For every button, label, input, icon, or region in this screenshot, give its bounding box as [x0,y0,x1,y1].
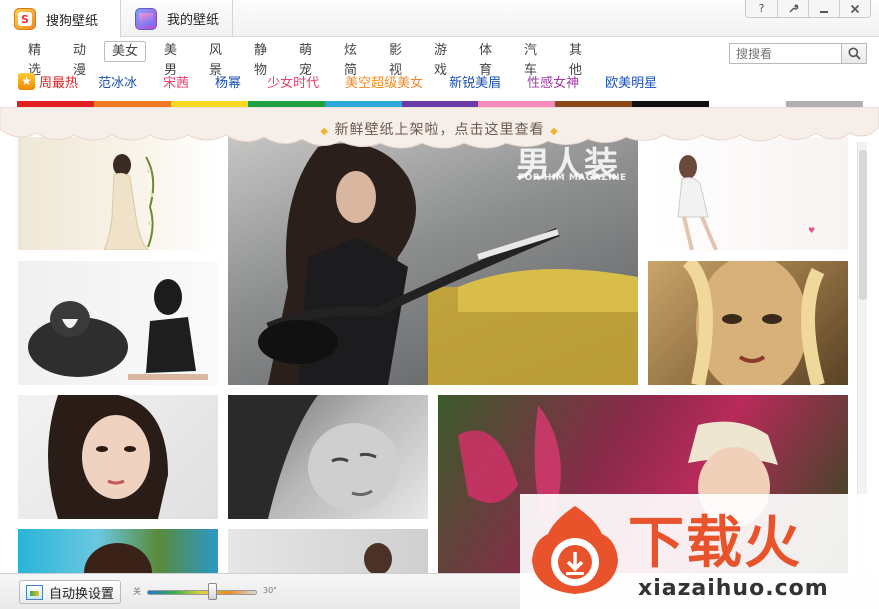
search-button[interactable] [841,43,867,64]
help-button[interactable]: ? [746,0,777,17]
search-icon [848,47,861,60]
category-qita[interactable]: 其他 [555,41,596,78]
tab-label: 搜狗壁纸 [46,13,99,29]
category-jingxuan[interactable]: 精选 [14,41,55,78]
watermark-url: xiazaihuo.com [638,576,829,601]
category-fengjing[interactable]: 风景 [195,41,236,78]
category-yingshi[interactable]: 影视 [375,41,416,78]
tab-my-wallpaper[interactable]: 我的壁纸 [121,0,233,37]
wallpaper-thumbnail[interactable] [18,529,218,573]
minimize-button[interactable] [808,0,839,17]
category-meinv[interactable]: 美女 [104,41,146,62]
woman-outdoor-photo [84,543,152,573]
settings-button[interactable] [777,0,808,17]
wallpaper-thumbnail[interactable] [18,261,218,385]
tab-sogou-wallpaper[interactable]: S 搜狗壁纸 [0,0,121,38]
picture-icon [26,584,43,600]
category-mengchong[interactable]: 萌宠 [285,41,326,78]
tag-item[interactable]: 宋茜 [163,72,189,91]
interval-slider[interactable] [147,590,257,595]
notice-text: 新鲜壁纸上架啦，点击这里查看 [334,122,545,138]
woman-indoor-photo [364,543,392,573]
tag-item[interactable]: 杨幂 [215,72,241,91]
wallpaper-thumbnail[interactable] [18,395,218,519]
category-tiyu[interactable]: 体育 [465,41,506,78]
close-button[interactable] [839,0,870,17]
search-box [729,43,867,64]
sogou-logo-icon: S [14,8,36,30]
tag-item[interactable]: 范冰冰 [98,72,137,91]
tag-item[interactable]: 性感女神 [527,72,579,91]
hot-weekly[interactable]: ★ 周最热 [18,72,78,91]
auto-change-label: 自动换设置 [49,586,115,602]
tag-item[interactable]: 欧美明星 [605,72,657,91]
magazine-text: FOR HIM MAGAZINE [518,173,627,183]
wallpaper-thumbnail[interactable] [228,395,428,519]
minimize-icon [820,10,828,13]
woman-husky-photo [28,279,208,380]
wallpaper-thumbnail[interactable]: 男人装 FOR HIM MAGAZINE [228,137,638,385]
scrollbar-thumb[interactable] [859,150,867,300]
tag-item[interactable]: 美空超级美女 [345,72,423,91]
svg-text:♥: ♥ [808,226,815,235]
diamond-icon: ◆ [549,126,559,137]
category-youxi[interactable]: 游戏 [420,41,461,78]
tab-label: 我的壁纸 [167,13,220,28]
xiazaihuo-logo-icon [532,506,618,594]
category-meinan[interactable]: 美男 [150,41,191,78]
hot-label: 周最热 [39,75,79,91]
interval-slider-thumb[interactable] [208,583,217,600]
category-dongman[interactable]: 动漫 [59,41,100,78]
tag-item[interactable]: 少女时代 [267,72,319,91]
woman-closeup-photo [48,395,168,519]
close-icon [850,4,860,13]
new-wallpaper-notice[interactable]: ◆ 新鲜壁纸上架啦，点击这里查看 ◆ [0,119,879,139]
category-xuanjian[interactable]: 炫简 [330,41,371,78]
slider-min-label: 关 [133,587,141,596]
my-wallpaper-icon [135,7,157,30]
auto-change-settings-button[interactable]: 自动换设置 [19,580,121,604]
slider-max-label: 30" [263,586,277,595]
wallpaper-thumbnail[interactable] [648,261,848,385]
title-bar: S 搜狗壁纸 我的壁纸 ? [0,0,879,38]
category-jingwu[interactable]: 静物 [240,41,281,78]
tag-row: ★ 周最热 范冰冰 宋茜 杨幂 少女时代 美空超级美女 新锐美眉 性感女神 欧美… [18,71,683,91]
window-controls: ? [745,0,871,18]
watermark: 下载火 xiazaihuo.com [520,494,879,609]
wallpaper-thumbnail[interactable] [228,529,428,573]
diamond-icon: ◆ [320,126,330,137]
category-nav: 精选 动漫 美女 美男 风景 静物 萌宠 炫简 影视 游戏 体育 汽车 其他 [14,41,596,78]
watermark-title: 下载火 [628,511,802,576]
wrench-icon [789,4,798,13]
search-input[interactable] [729,43,841,64]
star-icon: ★ [18,72,35,90]
category-qiche[interactable]: 汽车 [510,41,551,78]
blonde-portrait-photo [682,261,825,385]
tag-item[interactable]: 新锐美眉 [449,72,501,91]
bw-portrait-photo [228,395,400,519]
